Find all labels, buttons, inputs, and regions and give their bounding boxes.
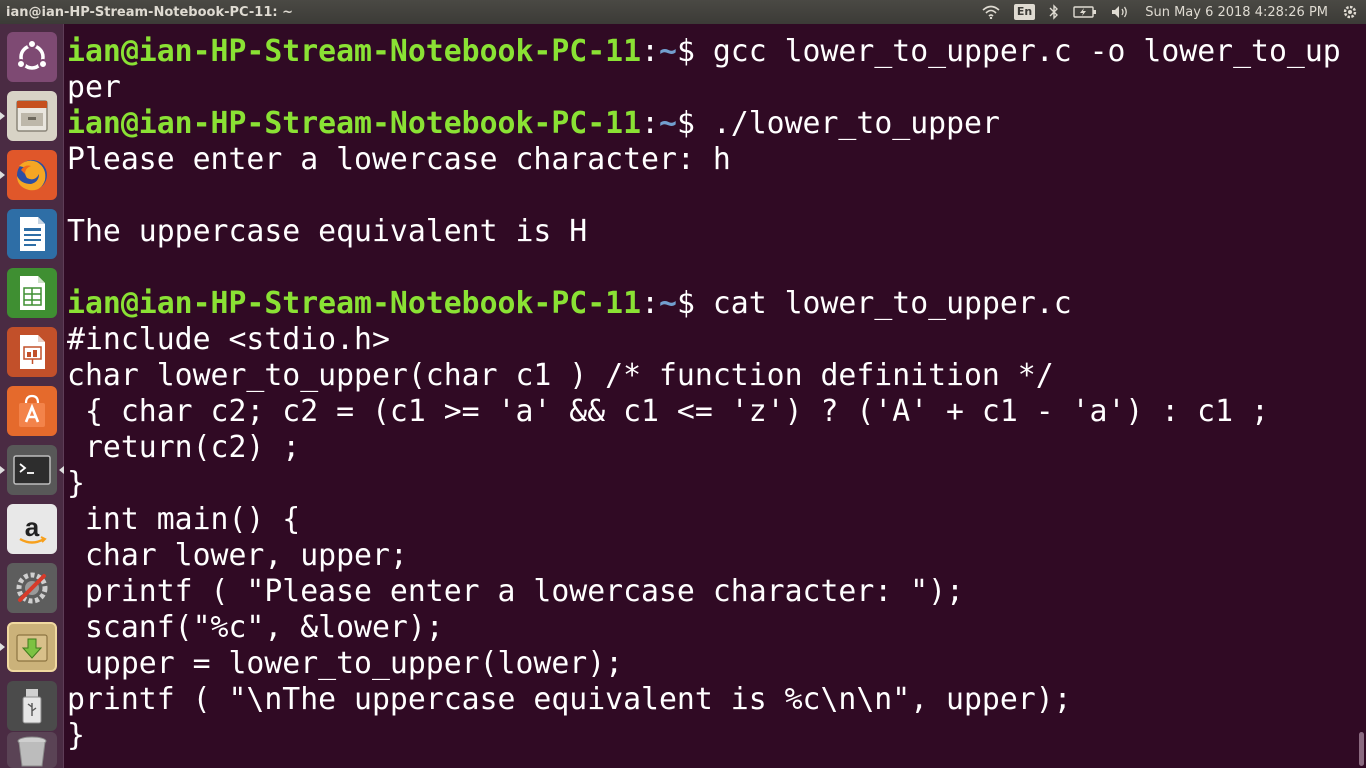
- writer-document-icon: [20, 217, 45, 251]
- amazon-icon: a: [19, 512, 47, 544]
- wifi-icon[interactable]: [982, 5, 1000, 19]
- launcher-item-software[interactable]: [7, 386, 57, 436]
- code-line: return(c2) ;: [67, 430, 301, 465]
- command-text: cat lower_to_upper.c: [694, 286, 1072, 321]
- prompt-symbol: $: [676, 34, 695, 69]
- usb-drive-icon: [22, 689, 42, 724]
- launcher-item-files[interactable]: [7, 91, 57, 141]
- prompt-path: ~: [659, 106, 677, 141]
- indicator-area: En Sun May 6 2018 4:28:26 PM: [982, 4, 1358, 20]
- prompt-separator: :: [641, 34, 660, 69]
- settings-wrench-icon: [16, 572, 48, 604]
- code-line: char lower_to_upper(char c1 ) /* functio…: [67, 358, 1054, 393]
- launcher-item-terminal[interactable]: [7, 445, 57, 495]
- launcher-item-dash[interactable]: [7, 32, 57, 82]
- terminal-window[interactable]: ian@ian-HP-Stream-Notebook-PC-11:~$ gcc …: [64, 24, 1352, 768]
- power-gear-icon[interactable]: [1342, 4, 1358, 20]
- download-box-icon: [16, 634, 48, 662]
- prompt-separator: :: [641, 106, 660, 141]
- file-cabinet-icon: [16, 100, 48, 132]
- keyboard-layout-indicator[interactable]: En: [1013, 4, 1036, 20]
- unity-launcher: a: [0, 24, 64, 768]
- command-text: ./lower_to_upper: [694, 106, 1000, 141]
- code-line: char lower, upper;: [67, 538, 408, 573]
- battery-icon[interactable]: [1073, 6, 1097, 18]
- prompt-symbol: $: [676, 106, 695, 141]
- svg-text:a: a: [25, 512, 40, 542]
- launcher-item-trash[interactable]: [7, 732, 57, 768]
- volume-icon[interactable]: [1111, 5, 1131, 19]
- terminal-line: Please enter a lowercase character: h: [67, 142, 731, 177]
- launcher-item-impress[interactable]: [7, 327, 57, 377]
- software-bag-icon: [19, 394, 45, 427]
- prompt-symbol: $: [676, 286, 695, 321]
- running-indicator: [0, 112, 5, 120]
- code-line: { char c2; c2 = (c1 >= 'a' && c1 <= 'z')…: [67, 394, 1269, 429]
- calc-spreadsheet-icon: [20, 276, 45, 310]
- terminal-line: The uppercase equivalent is H: [67, 214, 588, 249]
- running-indicator: [0, 466, 5, 474]
- code-line: #include <stdio.h>: [67, 322, 390, 357]
- window-title: ian@ian-HP-Stream-Notebook-PC-11: ~: [6, 4, 293, 20]
- terminal-line: ian@ian-HP-Stream-Notebook-PC-11:~$ gcc …: [67, 34, 1341, 69]
- prompt-user: ian@ian-HP-Stream-Notebook-PC-11: [67, 34, 642, 69]
- code-line: }: [67, 718, 85, 753]
- prompt-path: ~: [659, 34, 677, 69]
- code-line: printf ( "\nThe uppercase equivalent is …: [67, 682, 1072, 717]
- running-indicator: [0, 171, 5, 179]
- scrollbar-thumb[interactable]: [1359, 732, 1364, 766]
- launcher-item-usb[interactable]: [7, 681, 57, 731]
- clock[interactable]: Sun May 6 2018 4:28:26 PM: [1145, 5, 1328, 20]
- launcher-item-calc[interactable]: [7, 268, 57, 318]
- terminal-output[interactable]: ian@ian-HP-Stream-Notebook-PC-11:~$ gcc …: [64, 24, 1352, 754]
- impress-presentation-icon: [20, 335, 45, 369]
- firefox-icon: [17, 160, 47, 191]
- prompt-user: ian@ian-HP-Stream-Notebook-PC-11: [67, 106, 642, 141]
- launcher-item-archive[interactable]: [7, 622, 57, 672]
- launcher-item-writer[interactable]: [7, 209, 57, 259]
- launcher-item-firefox[interactable]: [7, 150, 57, 200]
- terminal-scrollbar[interactable]: [1358, 24, 1366, 768]
- command-text: gcc lower_to_upper.c -o lower_to_up: [694, 34, 1341, 69]
- top-panel: ian@ian-HP-Stream-Notebook-PC-11: ~ En S…: [0, 0, 1366, 24]
- code-line: printf ( "Please enter a lowercase chara…: [67, 574, 964, 609]
- code-line: int main() {: [67, 502, 301, 537]
- launcher-item-amazon[interactable]: a: [7, 504, 57, 554]
- code-line: }: [67, 466, 85, 501]
- prompt-separator: :: [641, 286, 660, 321]
- terminal-line: ian@ian-HP-Stream-Notebook-PC-11:~$ cat …: [67, 286, 1072, 321]
- trash-icon: [17, 736, 47, 767]
- running-indicator: [0, 643, 5, 651]
- prompt-path: ~: [659, 286, 677, 321]
- code-line: upper = lower_to_upper(lower);: [67, 646, 624, 681]
- code-line: scanf("%c", &lower);: [67, 610, 444, 645]
- terminal-line: per: [67, 70, 121, 105]
- terminal-icon: [13, 455, 51, 485]
- terminal-line: ian@ian-HP-Stream-Notebook-PC-11:~$ ./lo…: [67, 106, 1000, 141]
- bluetooth-icon[interactable]: [1049, 4, 1059, 20]
- launcher-item-settings[interactable]: [7, 563, 57, 613]
- prompt-user: ian@ian-HP-Stream-Notebook-PC-11: [67, 286, 642, 321]
- ubuntu-logo-icon: [16, 39, 48, 70]
